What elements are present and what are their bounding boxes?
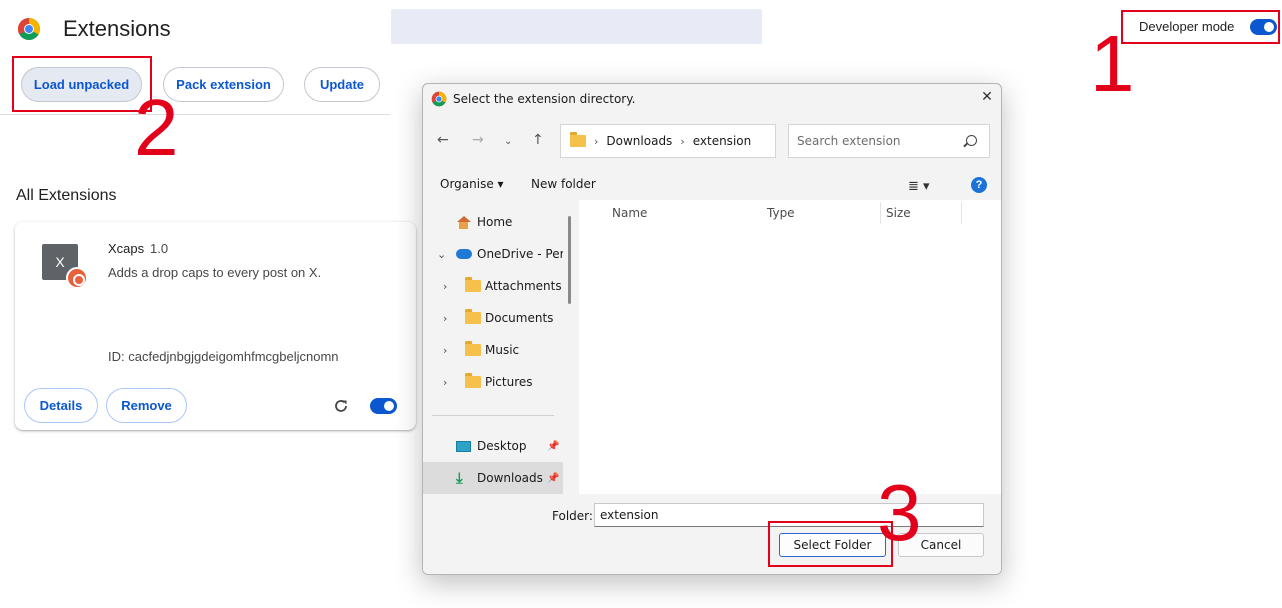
column-divider[interactable]	[880, 202, 881, 224]
all-extensions-heading: All Extensions	[16, 187, 117, 204]
search-bar[interactable]	[391, 9, 762, 44]
breadcrumb-downloads[interactable]: Downloads	[606, 134, 672, 148]
desktop-icon	[456, 440, 471, 452]
nav-item-label: Pictures	[485, 375, 533, 389]
pin-icon[interactable]: 📌	[547, 473, 559, 484]
details-button[interactable]: Details	[24, 388, 98, 423]
home-icon	[456, 215, 471, 229]
chrome-logo-icon	[18, 18, 40, 40]
dialog-title: Select the extension directory.	[453, 92, 636, 106]
search-placeholder: Search extension	[797, 134, 901, 148]
search-input[interactable]: Search extension	[788, 124, 990, 158]
chrome-logo-icon	[431, 91, 447, 107]
cloud-icon	[456, 249, 472, 259]
column-header-size[interactable]: Size	[886, 206, 911, 220]
reload-icon[interactable]	[333, 398, 349, 414]
collapsed-chevron-icon[interactable]: ›	[443, 344, 447, 357]
forward-arrow-icon[interactable]: →	[472, 132, 484, 148]
nav-item-onedrive[interactable]: ⌄ OneDrive - Perso	[423, 238, 563, 270]
nav-scrollbar[interactable]	[568, 216, 571, 304]
extension-description: Adds a drop caps to every post on X.	[108, 265, 322, 280]
collapsed-chevron-icon[interactable]: ›	[443, 280, 447, 293]
collapsed-chevron-icon[interactable]: ›	[443, 312, 447, 325]
extension-enable-toggle[interactable]	[370, 398, 397, 414]
remove-button[interactable]: Remove	[106, 388, 187, 423]
pin-icon[interactable]: 📌	[547, 441, 559, 452]
annotation-box-developer-mode	[1121, 10, 1280, 44]
breadcrumb-separator-icon: ›	[594, 134, 599, 148]
close-icon[interactable]: ✕	[979, 89, 995, 107]
nav-item-attachments[interactable]: › Attachments	[423, 270, 563, 302]
extension-card: X Xcaps 1.0 Adds a drop caps to every po…	[15, 222, 416, 430]
nav-item-music[interactable]: › Music	[423, 334, 563, 366]
update-button[interactable]: Update	[304, 67, 380, 102]
breadcrumb-extension[interactable]: extension	[693, 134, 752, 148]
column-header-name[interactable]: Name	[612, 206, 647, 220]
nav-item-label: Documents	[485, 311, 554, 325]
toggle-knob	[384, 401, 394, 411]
folder-icon	[570, 132, 586, 147]
annotation-step-2: 2	[134, 83, 179, 172]
command-bar: Organise ▾ New folder ≣ ▾ ?	[423, 170, 1001, 200]
organise-button[interactable]: Organise ▾	[440, 177, 504, 191]
folder-label: Folder:	[552, 509, 593, 523]
annotation-box-load-unpacked	[12, 56, 152, 112]
view-options-icon[interactable]: ≣ ▾	[908, 179, 930, 194]
up-arrow-icon[interactable]: ↑	[532, 132, 544, 148]
nav-item-label: Desktop	[477, 439, 527, 453]
nav-item-label: Music	[485, 343, 520, 357]
search-icon	[966, 135, 977, 146]
page-title: Extensions	[63, 16, 171, 41]
nav-item-label: Home	[477, 215, 513, 229]
folder-icon	[465, 341, 481, 356]
back-arrow-icon[interactable]: ←	[437, 132, 449, 148]
help-icon[interactable]: ?	[971, 177, 987, 193]
nav-item-downloads[interactable]: ⤓ Downloads 📌	[423, 462, 563, 494]
address-bar[interactable]: › Downloads › extension	[560, 124, 776, 158]
breadcrumb-separator-icon: ›	[680, 134, 685, 148]
recent-locations-chevron-icon[interactable]: ⌄	[504, 136, 512, 147]
nav-item-documents[interactable]: › Documents	[423, 302, 563, 334]
collapsed-chevron-icon[interactable]: ›	[443, 376, 447, 389]
nav-item-desktop[interactable]: Desktop 📌	[423, 430, 563, 462]
annotation-step-3: 3	[877, 468, 922, 557]
nav-item-label: OneDrive - Perso	[477, 247, 563, 261]
nav-item-label: Downloads	[477, 471, 543, 485]
annotation-box-select-folder	[768, 521, 893, 567]
expanded-chevron-icon[interactable]: ⌄	[437, 248, 446, 261]
unpacked-badge-icon	[66, 267, 88, 289]
annotation-step-1: 1	[1090, 19, 1135, 108]
download-icon: ⤓	[456, 469, 463, 487]
file-list[interactable]: Name Type Size	[579, 200, 1001, 494]
nav-divider	[432, 415, 554, 416]
folder-icon	[465, 309, 481, 324]
toolbar-divider	[0, 114, 390, 115]
folder-icon	[465, 373, 481, 388]
extension-id: ID: cacfedjnbgjgdeigomhfmcgbeljcnomn	[108, 349, 339, 364]
pack-extension-button[interactable]: Pack extension	[163, 67, 284, 102]
nav-item-label: Attachments	[485, 279, 562, 293]
column-header-type[interactable]: Type	[767, 206, 795, 220]
new-folder-button[interactable]: New folder	[531, 177, 596, 191]
extension-version: 1.0	[150, 241, 169, 256]
extension-name: Xcaps	[108, 241, 145, 256]
column-divider[interactable]	[961, 202, 962, 224]
folder-icon	[465, 277, 481, 292]
nav-item-pictures[interactable]: › Pictures	[423, 366, 563, 398]
nav-item-home[interactable]: Home	[423, 206, 563, 238]
